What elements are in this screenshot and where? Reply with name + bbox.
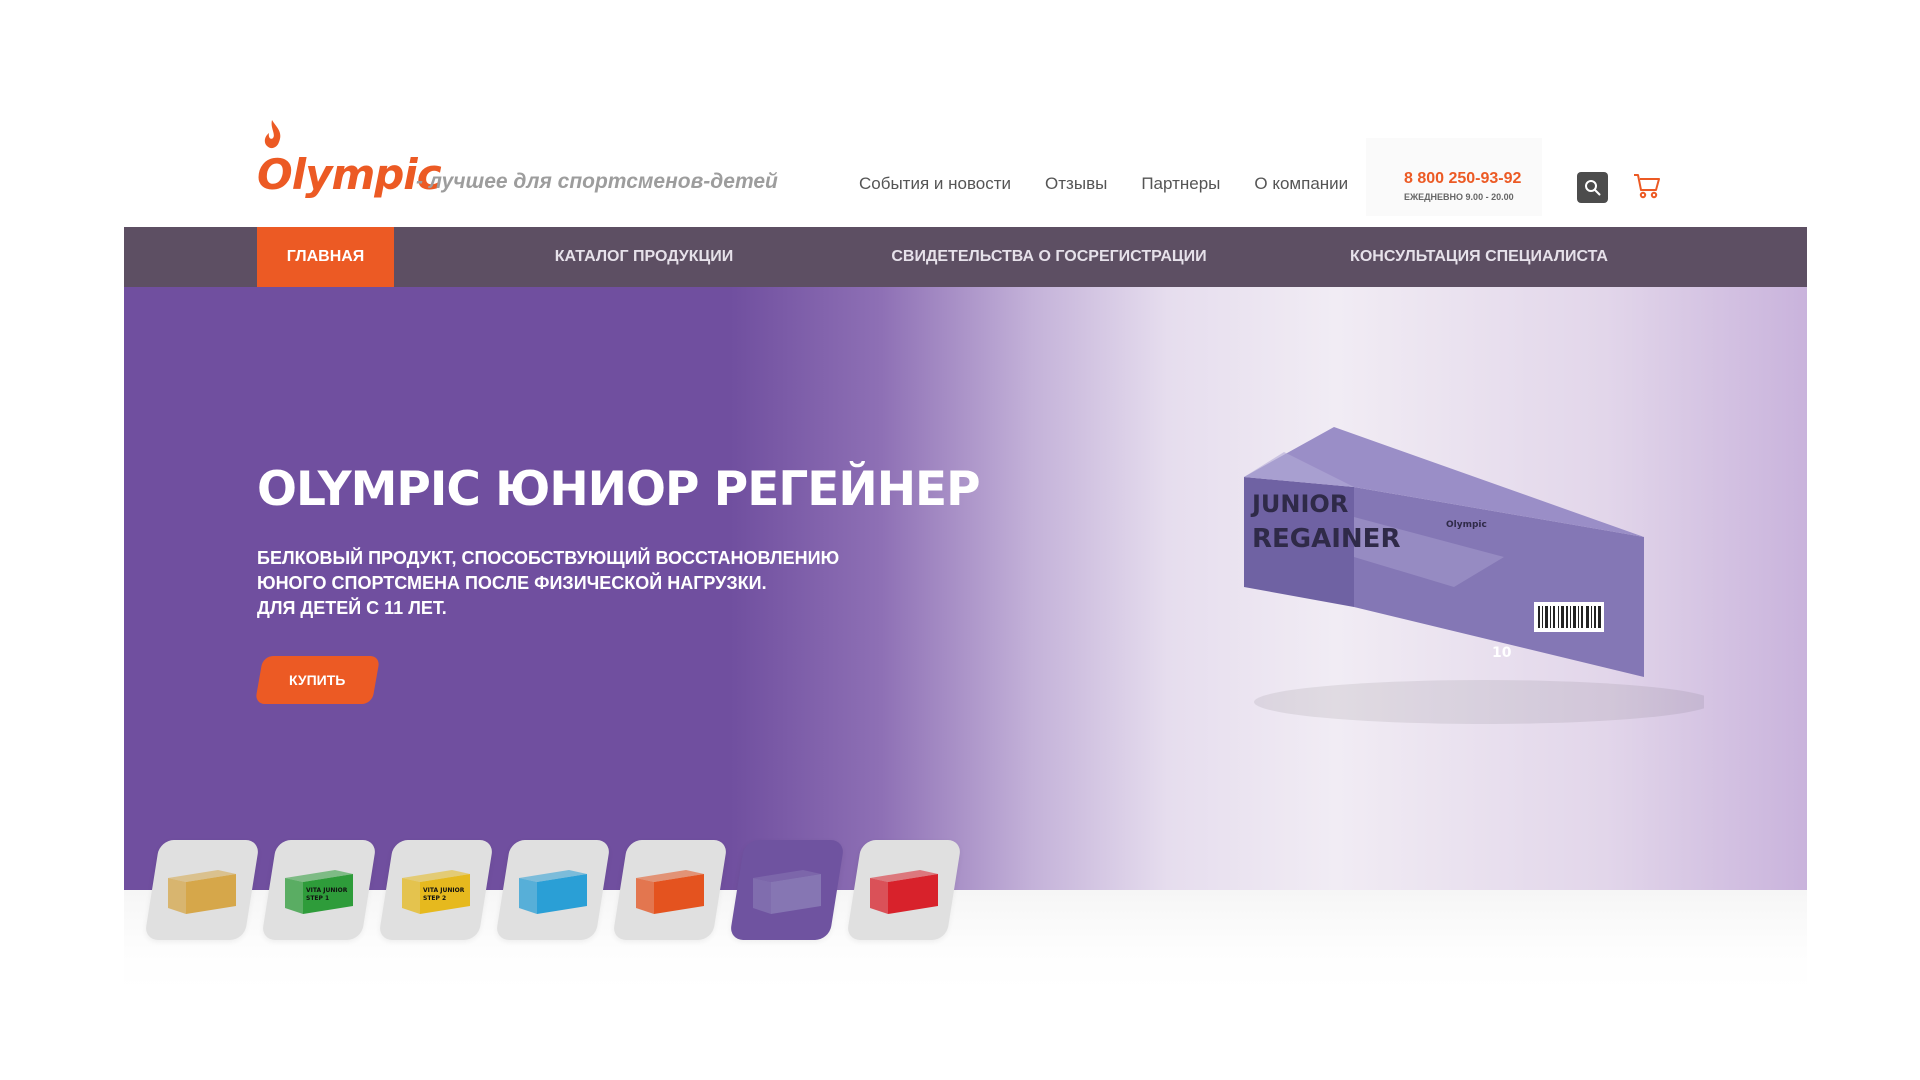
product-pack-icon (519, 870, 587, 914)
logo[interactable]: Olympic (257, 118, 442, 199)
hero-description-line: ДЛЯ ДЕТЕЙ С 11 ЛЕТ. (257, 598, 447, 618)
thumb-vita-junior-step2[interactable]: VITA JUNIOR STEP 2 (378, 840, 494, 940)
product-box-image: JUNIOR REGAINER Olympic 10 (1244, 427, 1704, 724)
main-menu: ГЛАВНАЯ КАТАЛОГ ПРОДУКЦИИ СВИДЕТЕЛЬСТВА … (124, 227, 1807, 287)
site: Olympic - лучшее для спортсменов-детей С… (124, 0, 1807, 1080)
box-label-junior: JUNIOR (1250, 490, 1348, 518)
pack-sublabel: STEP 2 (423, 895, 446, 902)
top-nav: События и новости Отзывы Партнеры О комп… (859, 174, 1348, 194)
buy-button[interactable]: КУПИТЬ (254, 656, 381, 704)
product-pack-icon: VITA JUNIORSTEP 2 (402, 870, 470, 914)
product-pack-icon (753, 870, 821, 914)
pack-sublabel: STEP 1 (306, 895, 329, 902)
product-pack-icon: VITA JUNIORSTEP 1 (285, 870, 353, 914)
thumb-regainer[interactable] (729, 840, 845, 940)
nav-partners[interactable]: Партнеры (1141, 174, 1220, 194)
hero-description-line: ЮНОГО СПОРТСМЕНА ПОСЛЕ ФИЗИЧЕСКОЙ НАГРУЗ… (257, 573, 767, 593)
menu-consultation[interactable]: КОНСУЛЬТАЦИЯ СПЕЦИАЛИСТА (1329, 227, 1629, 287)
header: Olympic - лучшее для спортсменов-детей С… (124, 0, 1807, 227)
thumb-assorted[interactable] (144, 840, 260, 940)
hero-banner: OLYMPIC ЮНИОР РЕГЕЙНЕР БЕЛКОВЫЙ ПРОДУКТ,… (124, 287, 1807, 890)
search-button[interactable] (1577, 172, 1608, 203)
hero-title: OLYMPIC ЮНИОР РЕГЕЙНЕР (257, 462, 981, 517)
nav-about[interactable]: О компании (1254, 174, 1348, 194)
menu-home[interactable]: ГЛАВНАЯ (257, 227, 394, 287)
pack-label: VITA JUNIOR (423, 887, 465, 894)
phone-number[interactable]: 8 800 250-93-92 (1404, 170, 1521, 188)
hero-description-line: БЕЛКОВЫЙ ПРОДУКТ, СПОСОБСТВУЮЩИЙ ВОССТАН… (257, 548, 840, 568)
box-label-regainer: REGAINER (1252, 524, 1400, 554)
nav-news[interactable]: События и новости (859, 174, 1011, 194)
thumb-vita-junior-step1[interactable]: VITA JUNIOR STEP 1 (261, 840, 377, 940)
hero-description: БЕЛКОВЫЙ ПРОДУКТ, СПОСОБСТВУЮЩИЙ ВОССТАН… (257, 546, 839, 621)
contact-box: 8 800 250-93-92 ЕЖЕДНЕВНО 9.00 - 20.00 (1366, 138, 1542, 216)
menu-catalog[interactable]: КАТАЛОГ ПРОДУКЦИИ (504, 227, 784, 287)
thumb-blue[interactable] (495, 840, 611, 940)
box-count: 10 (1492, 645, 1512, 661)
tagline: - лучшее для спортсменов-детей (416, 170, 778, 193)
buy-button-label: КУПИТЬ (289, 672, 346, 688)
working-hours: ЕЖЕДНЕВНО 9.00 - 20.00 (1404, 192, 1514, 202)
product-pack-icon (870, 870, 938, 914)
logo-text: Olympic (257, 150, 442, 199)
product-pack-icon (636, 870, 704, 914)
pack-label: VITA JUNIOR (306, 887, 348, 894)
product-thumbnails: VITA JUNIOR STEP 1 VITA JUNIOR STEP 2 (144, 840, 962, 940)
product-pack-icon (168, 870, 236, 914)
search-icon (1585, 180, 1601, 196)
cart-icon[interactable] (1632, 172, 1662, 200)
thumb-red[interactable] (846, 840, 962, 940)
nav-reviews[interactable]: Отзывы (1045, 174, 1107, 194)
thumb-orange[interactable] (612, 840, 728, 940)
menu-certificates[interactable]: СВИДЕТЕЛЬСТВА О ГОСРЕГИСТРАЦИИ (879, 227, 1219, 287)
box-brand: Olympic (1446, 520, 1487, 530)
